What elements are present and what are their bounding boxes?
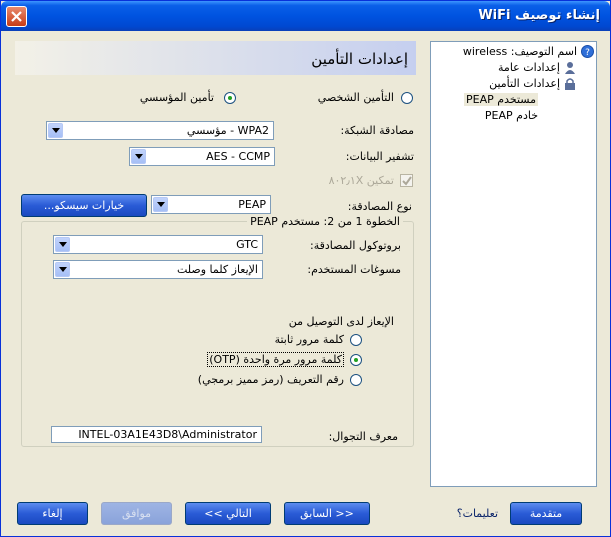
auth-protocol-label: بروتوكول المصادقة: bbox=[309, 239, 401, 252]
close-button[interactable] bbox=[6, 6, 27, 27]
auth-protocol-select[interactable]: GTC bbox=[53, 235, 263, 254]
page-title: إعدادات التأمين bbox=[311, 50, 408, 68]
network-auth-value: WPA2 - مؤسسي bbox=[186, 124, 269, 137]
dropdown-arrow-icon bbox=[153, 197, 168, 212]
token-radio[interactable] bbox=[350, 374, 362, 386]
dropdown-arrow-icon bbox=[55, 237, 70, 252]
data-encryption-value: AES - CCMP bbox=[206, 150, 270, 163]
enterprise-security-label: تأمين المؤسسي bbox=[139, 91, 214, 104]
auth-type-select[interactable]: PEAP bbox=[151, 195, 271, 214]
tree-item-label: إعدادات التأمين bbox=[489, 77, 560, 90]
group-legend: الخطوة 1 من 2: مستخدم PEAP bbox=[247, 215, 403, 228]
token-label: رقم التعريف (رمز مميز برمجي) bbox=[197, 373, 344, 386]
dropdown-arrow-icon bbox=[131, 149, 146, 164]
tree-item-peap-server[interactable]: خادم PEAP bbox=[485, 109, 538, 122]
network-auth-label: مصادقة الشبكة: bbox=[340, 124, 414, 137]
roaming-id-label: معرف التجوال: bbox=[328, 430, 398, 443]
user-credentials-value: الإيعاز كلما وصلت bbox=[176, 263, 258, 276]
auth-type-label: نوع المصادقة: bbox=[347, 200, 412, 213]
static-password-radio[interactable] bbox=[350, 334, 362, 346]
window-title: إنشاء توصيف WiFi bbox=[478, 8, 600, 23]
tree-item-security[interactable]: إعدادات التأمين bbox=[489, 77, 576, 90]
tree-item-label: إعدادات عامة bbox=[498, 61, 560, 74]
back-button[interactable]: << السابق bbox=[284, 502, 370, 525]
ok-button[interactable]: موافق bbox=[101, 502, 172, 525]
tree-item-profile-name[interactable]: ? اسم التوصيف: wireless bbox=[463, 45, 594, 58]
checkmark-icon bbox=[402, 176, 412, 186]
enable-8021x-label: تمكين ٨٠٢٫١X bbox=[328, 174, 394, 187]
personal-security-radio[interactable] bbox=[401, 92, 413, 104]
network-auth-select[interactable]: WPA2 - مؤسسي bbox=[46, 121, 274, 140]
data-encryption-select[interactable]: AES - CCMP bbox=[129, 147, 275, 166]
tree-item-peap-user[interactable]: مستخدم PEAP bbox=[464, 93, 538, 106]
profile-tree: ? اسم التوصيف: wireless إعدادات عامة إعد… bbox=[430, 41, 597, 487]
info-icon: ? bbox=[581, 45, 594, 58]
dropdown-arrow-icon bbox=[48, 123, 63, 138]
cisco-options-button[interactable]: خيارات سيسكو... bbox=[21, 194, 147, 217]
user-credentials-select[interactable]: الإيعاز كلما وصلت bbox=[53, 260, 263, 279]
close-icon bbox=[11, 11, 22, 22]
dropdown-arrow-icon bbox=[55, 262, 70, 277]
prompt-heading: الإيعاز لدى التوصيل من bbox=[288, 315, 394, 328]
auth-type-value: PEAP bbox=[238, 198, 266, 211]
advanced-button[interactable]: متقدمة bbox=[510, 502, 582, 525]
wifi-profile-window: إنشاء توصيف WiFi إعدادات التأمين التأمين… bbox=[0, 0, 611, 537]
auth-protocol-value: GTC bbox=[236, 238, 258, 251]
enable-8021x-checkbox[interactable] bbox=[400, 174, 413, 187]
svg-text:?: ? bbox=[585, 48, 590, 58]
help-link[interactable]: تعليمات؟ bbox=[457, 507, 498, 520]
roaming-id-field[interactable]: INTEL-03A1E43D8\Administrator bbox=[51, 426, 262, 443]
title-bar: إنشاء توصيف WiFi bbox=[1, 1, 610, 31]
next-button[interactable]: التالي >> bbox=[185, 502, 271, 525]
user-credentials-label: مسوغات المستخدم: bbox=[307, 263, 401, 276]
roaming-id-value: INTEL-03A1E43D8\Administrator bbox=[78, 428, 257, 441]
data-encryption-label: تشفير البيانات: bbox=[345, 150, 414, 163]
otp-label: كلمة مرور مرة واحدة (OTP) bbox=[207, 352, 344, 367]
cancel-button[interactable]: إلغاء bbox=[17, 502, 88, 525]
tree-item-general[interactable]: إعدادات عامة bbox=[498, 61, 576, 74]
section-header: إعدادات التأمين bbox=[15, 41, 416, 75]
enterprise-security-radio[interactable] bbox=[224, 92, 236, 104]
user-icon bbox=[565, 62, 575, 74]
personal-security-label: التأمين الشخصي bbox=[317, 91, 394, 104]
lock-icon bbox=[565, 78, 575, 90]
static-password-label: كلمة مرور ثابتة bbox=[274, 333, 344, 346]
tree-item-label: اسم التوصيف: wireless bbox=[462, 45, 577, 58]
otp-radio[interactable] bbox=[350, 354, 362, 366]
